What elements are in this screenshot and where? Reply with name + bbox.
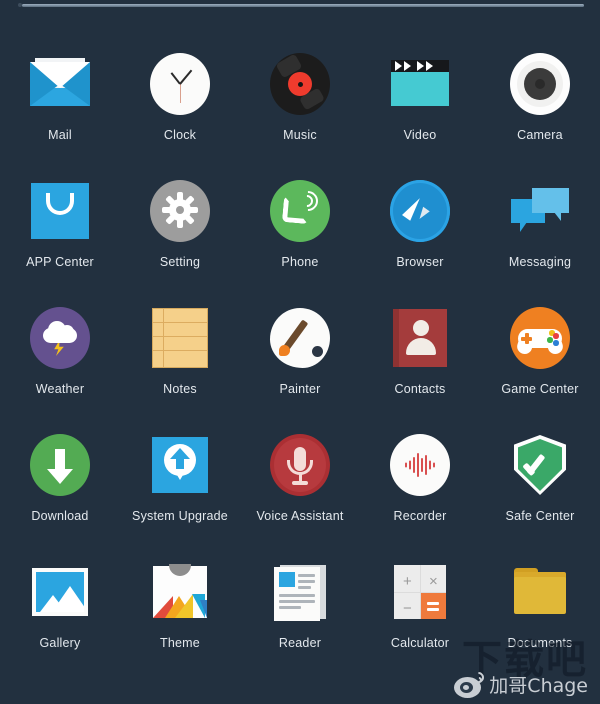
app-tile-music[interactable]: Music <box>240 52 360 142</box>
app-label: Safe Center <box>505 509 575 523</box>
gear-icon[interactable] <box>148 179 212 243</box>
mail-icon[interactable] <box>28 52 92 116</box>
app-label: Painter <box>279 382 321 396</box>
speech-bubbles-icon[interactable] <box>508 179 572 243</box>
folder-icon[interactable] <box>508 560 572 624</box>
app-label: Phone <box>281 255 319 269</box>
app-label: Game Center <box>501 382 579 396</box>
app-tile-safe-center[interactable]: Safe Center <box>480 433 600 523</box>
camera-icon[interactable] <box>508 52 572 116</box>
app-tile-setting[interactable]: Setting <box>120 179 240 269</box>
photo-mountain-icon[interactable] <box>28 560 92 624</box>
app-tile-camera[interactable]: Camera <box>480 52 600 142</box>
app-label: Clock <box>163 128 197 142</box>
app-tile-download[interactable]: Download <box>0 433 120 523</box>
top-divider-bar <box>0 0 600 12</box>
app-label: Browser <box>396 255 444 269</box>
scroll-indicator[interactable] <box>22 4 584 7</box>
app-label: Recorder <box>393 509 447 523</box>
calc-times-glyph: × <box>429 573 438 590</box>
palette-brush-icon[interactable] <box>268 306 332 370</box>
document-page-icon[interactable] <box>268 560 332 624</box>
app-tile-app-center[interactable]: APP Center <box>0 179 120 269</box>
download-arrow-icon[interactable] <box>28 433 92 497</box>
app-tile-game-center[interactable]: Game Center <box>480 306 600 396</box>
app-label: Music <box>283 128 317 142</box>
app-label: Reader <box>278 636 322 650</box>
app-tile-weather[interactable]: Weather <box>0 306 120 396</box>
calculator-icon[interactable]: + × − <box>388 560 452 624</box>
app-tile-clock[interactable]: Clock <box>120 52 240 142</box>
calc-plus-glyph: + <box>403 573 412 590</box>
microphone-icon[interactable] <box>268 433 332 497</box>
shopping-bag-icon[interactable] <box>28 179 92 243</box>
cloud-lightning-icon[interactable] <box>28 306 92 370</box>
app-tile-system-upgrade[interactable]: System Upgrade <box>120 433 240 523</box>
gamepad-icon[interactable] <box>508 306 572 370</box>
app-label: Mail <box>48 128 72 142</box>
app-label: Setting <box>159 255 201 269</box>
app-tile-painter[interactable]: Painter <box>240 306 360 396</box>
app-label: Messaging <box>508 255 572 269</box>
app-tile-gallery[interactable]: Gallery <box>0 560 120 650</box>
phone-handset-icon[interactable] <box>268 179 332 243</box>
app-tile-contacts[interactable]: Contacts <box>360 306 480 396</box>
upgrade-pin-icon[interactable] <box>148 433 212 497</box>
app-label: Video <box>403 128 437 142</box>
app-label: Notes <box>163 382 197 396</box>
tshirt-icon[interactable] <box>148 560 212 624</box>
app-tile-mail[interactable]: Mail <box>0 52 120 142</box>
compass-icon[interactable] <box>388 179 452 243</box>
clock-icon[interactable] <box>148 52 212 116</box>
calc-minus-glyph: − <box>403 600 412 617</box>
app-tile-recorder[interactable]: Recorder <box>360 433 480 523</box>
home-screen: Mail Clock Music Video Camera APP Center… <box>0 0 600 704</box>
app-label: Camera <box>517 128 563 142</box>
app-tile-messaging[interactable]: Messaging <box>480 179 600 269</box>
app-label: Download <box>31 509 89 523</box>
waveform-icon[interactable] <box>388 433 452 497</box>
address-book-icon[interactable] <box>388 306 452 370</box>
app-grid: Mail Clock Music Video Camera APP Center… <box>0 52 600 650</box>
shield-check-icon[interactable] <box>508 433 572 497</box>
app-label: APP Center <box>26 255 94 269</box>
app-tile-reader[interactable]: Reader <box>240 560 360 650</box>
app-label: Voice Assistant <box>256 509 344 523</box>
watermark-author-text: 加哥Chage <box>489 675 588 697</box>
app-label: Gallery <box>39 636 81 650</box>
app-label: Weather <box>35 382 85 396</box>
music-vinyl-icon[interactable] <box>268 52 332 116</box>
app-label: System Upgrade <box>132 509 228 523</box>
app-tile-browser[interactable]: Browser <box>360 179 480 269</box>
app-tile-theme[interactable]: Theme <box>120 560 240 650</box>
app-tile-voice-assistant[interactable]: Voice Assistant <box>240 433 360 523</box>
app-tile-phone[interactable]: Phone <box>240 179 360 269</box>
app-tile-notes[interactable]: Notes <box>120 306 240 396</box>
notepad-icon[interactable] <box>148 306 212 370</box>
clapperboard-icon[interactable] <box>388 52 452 116</box>
watermark: 下载吧 加哥Chage <box>414 640 594 700</box>
app-label: Contacts <box>394 382 446 396</box>
weibo-eye-icon <box>454 669 487 698</box>
app-tile-video[interactable]: Video <box>360 52 480 142</box>
app-label: Theme <box>160 636 200 650</box>
